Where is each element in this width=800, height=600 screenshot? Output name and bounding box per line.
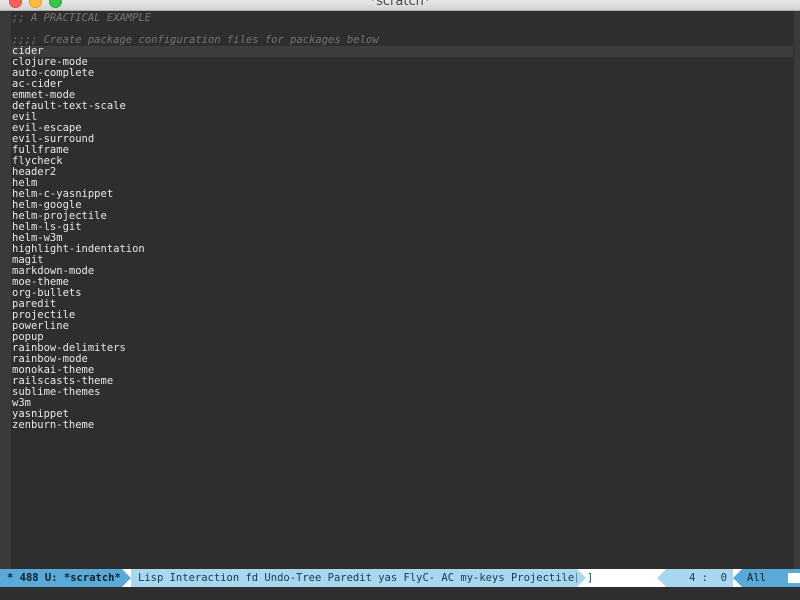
powerline-separator	[577, 569, 586, 587]
powerline-separator	[733, 569, 742, 587]
buffer-line[interactable]: w3m	[12, 398, 794, 409]
window-title: *scratch*	[369, 0, 431, 9]
buffer-line[interactable]: projectile	[12, 310, 794, 321]
buffer-line[interactable]: sublime-themes	[12, 387, 794, 398]
buffer-line[interactable]: highlight-indentation	[12, 244, 794, 255]
buffer-line[interactable]: fullframe	[12, 145, 794, 156]
buffer-line[interactable]: helm-projectile	[12, 211, 794, 222]
buffer-text[interactable]: ;; A PRACTICAL EXAMPLE ;;;; Create packag…	[11, 13, 794, 431]
buffer-line[interactable]: popup	[12, 332, 794, 343]
buffer-line[interactable]: evil-escape	[12, 123, 794, 134]
buffer-line[interactable]: flycheck	[12, 156, 794, 167]
buffer-line[interactable]: emmet-mode	[12, 90, 794, 101]
buffer-line[interactable]: ac-cider	[12, 79, 794, 90]
buffer-line[interactable]: monokai-theme	[12, 365, 794, 376]
buffer-line[interactable]: org-bullets	[12, 288, 794, 299]
scroll-position-box	[788, 573, 800, 583]
buffer-line[interactable]: clojure-mode	[12, 57, 794, 68]
powerline-separator	[657, 569, 666, 587]
buffer-line[interactable]: paredit	[12, 299, 794, 310]
buffer-line[interactable]: auto-complete	[12, 68, 794, 79]
buffer-line[interactable]: rainbow-delimiters	[12, 343, 794, 354]
buffer-line[interactable]: yasnippet	[12, 409, 794, 420]
mode-line-buffer-status: * 488 U: *scratch*	[0, 569, 122, 587]
buffer-line[interactable]: helm-google	[12, 200, 794, 211]
editor-buffer[interactable]: ;; A PRACTICAL EXAMPLE ;;;; Create packag…	[0, 11, 800, 569]
cursor-position: 4 : 0	[666, 569, 733, 587]
buffer-line[interactable]: rainbow-mode	[12, 354, 794, 365]
buffer-line[interactable]: evil	[12, 112, 794, 123]
buffer-state: * 488 U:	[7, 572, 64, 584]
mode-line-modes[interactable]: Lisp Interaction fd Undo-Tree Paredit ya…	[131, 569, 593, 587]
buffer-line[interactable]: zenburn-theme	[12, 420, 794, 431]
comment-line[interactable]: ;;;; Create package configuration files …	[12, 35, 794, 46]
echo-area[interactable]	[0, 587, 800, 600]
left-fringe	[0, 11, 11, 569]
comment-line[interactable]: ;; A PRACTICAL EXAMPLE	[12, 13, 794, 24]
buffer-line[interactable]: moe-theme	[12, 277, 794, 288]
buffer-line[interactable]: helm	[12, 178, 794, 189]
buffer-line[interactable]: evil-surround	[12, 134, 794, 145]
right-fringe	[794, 11, 800, 569]
buffer-line[interactable]: powerline	[12, 321, 794, 332]
powerline-separator	[122, 569, 131, 587]
buffer-line[interactable]: cider	[11, 46, 793, 57]
buffer-line[interactable]: helm-ls-git	[12, 222, 794, 233]
title-bar: *scratch*	[0, 0, 800, 11]
buffer-line[interactable]: default-text-scale	[12, 101, 794, 112]
buffer-line[interactable]: header2	[12, 167, 794, 178]
buffer-name[interactable]: *scratch*	[64, 572, 121, 584]
buffer-line[interactable]: magit	[12, 255, 794, 266]
mode-line: * 488 U: *scratch* Lisp Interaction fd U…	[0, 569, 800, 587]
buffer-line[interactable]: markdown-mode	[12, 266, 794, 277]
buffer-line[interactable]: helm-c-yasnippet	[12, 189, 794, 200]
buffer-line[interactable]: railscasts-theme	[12, 376, 794, 387]
